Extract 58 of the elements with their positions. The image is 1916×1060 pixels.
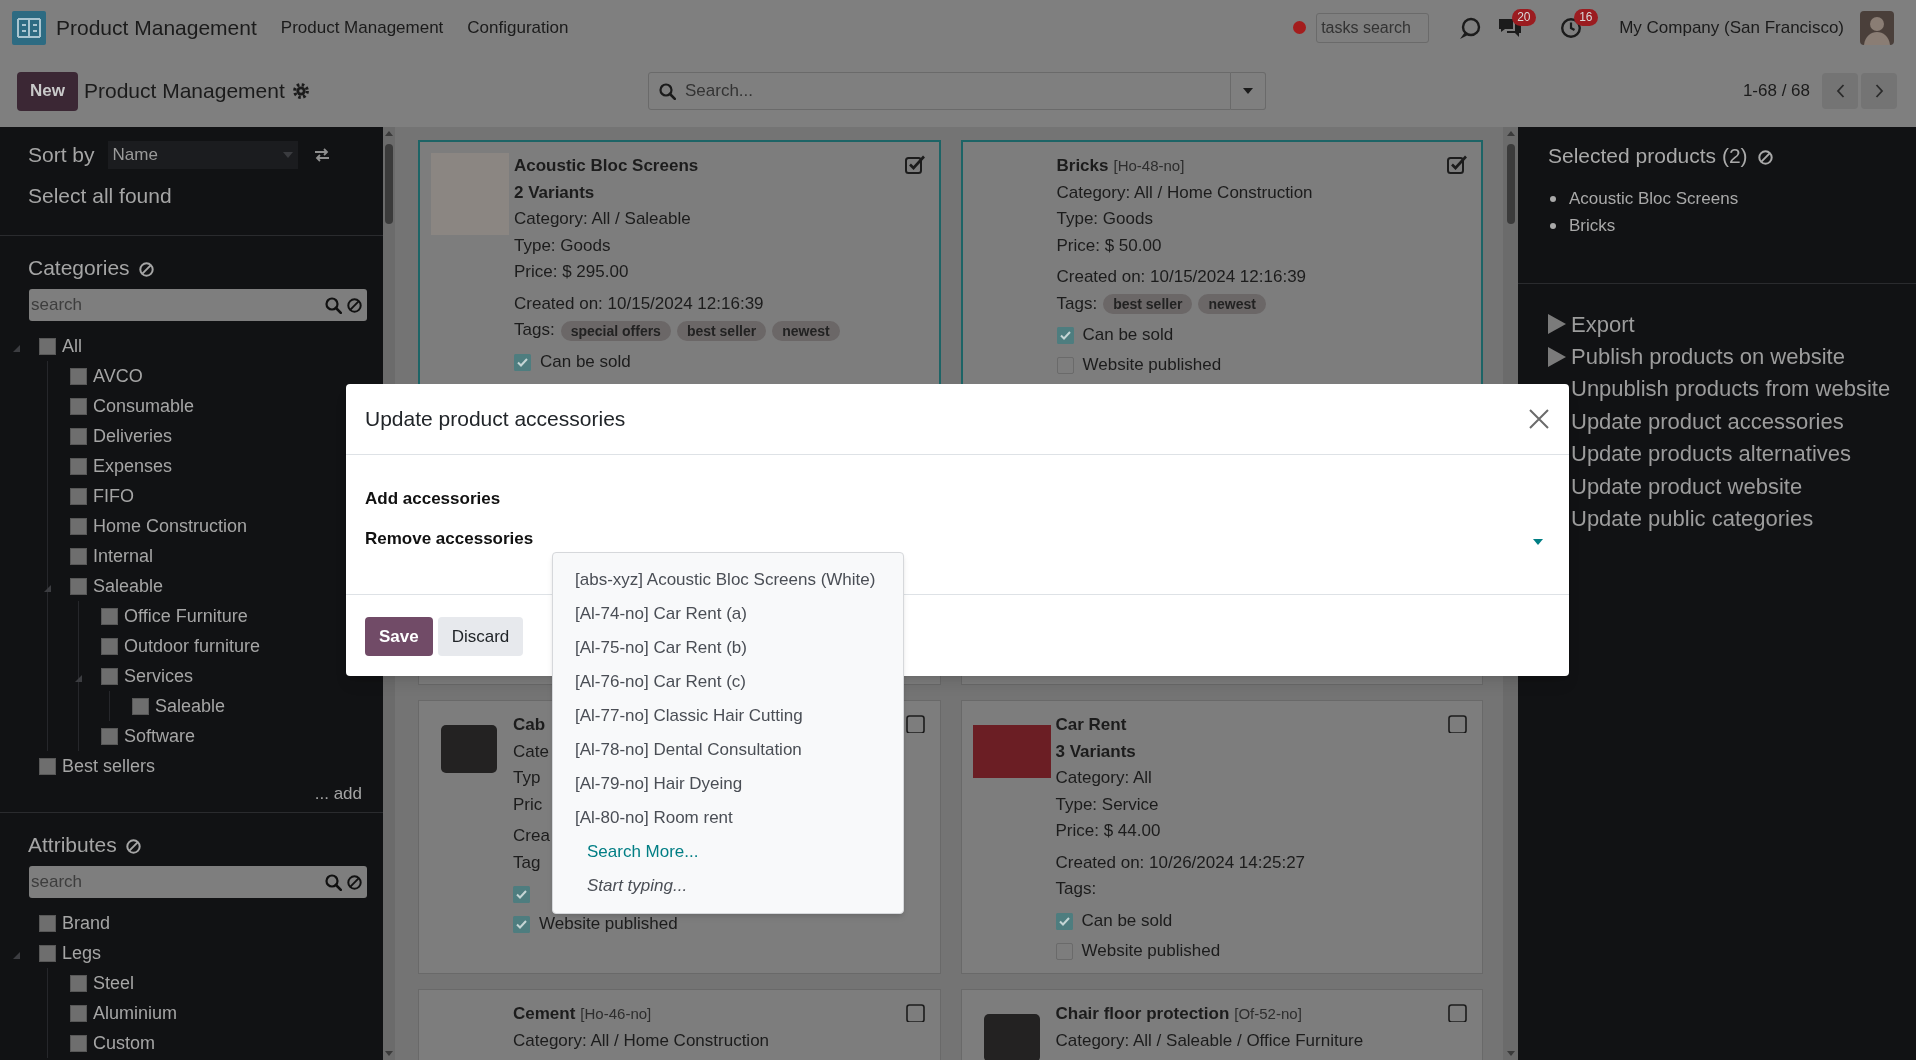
tag: best seller [676,320,767,341]
product-field: Cate [513,738,549,765]
section-heading: Categories [28,255,130,282]
product-field: Category: All / Home Construction [513,1027,770,1054]
product-title: Acoustic Bloc Screens [514,155,699,177]
pager-value: 1-68 / 68 [1742,80,1810,103]
product-field: Category: All / Saleable / Office Furniture [1055,1027,1364,1054]
product-title: Car Rent [1055,714,1127,736]
tags-label: Tags: [1056,292,1098,315]
typing-hint: Start typing... [586,875,689,898]
product-field: Type: Service [1055,791,1159,818]
tags-label: Tags: [1055,878,1097,901]
product-title: Bricks [1056,155,1109,177]
product-code: [Ho-46-no] [580,1004,652,1024]
product-title: Chair floor protection [1055,1003,1230,1025]
checkbox-label: Can be sold [1082,324,1174,347]
tags-label: Tags: [514,319,555,342]
product-field: Category: All / Home Construction [1056,179,1313,206]
checkbox-label: Can be sold [540,350,631,373]
dialog-title: Update product accessories [365,406,626,433]
created-date: Crea [513,825,550,847]
created-date: Created on: 10/26/2024 14:25:27 [1055,851,1306,874]
created-date: Created on: 10/15/2024 12:16:39 [1056,266,1307,288]
checkbox-label: Website published [539,913,678,936]
count-badge: 16 [1574,8,1598,26]
product-title: Cement [513,1003,576,1025]
selected-product: Acoustic Bloc Screens [1569,187,1739,210]
selected-product: Bricks [1569,214,1616,237]
product-field: Price: $ 44.00 [1055,818,1161,845]
tags-label: Tag [513,851,541,874]
tag: newest [772,320,840,341]
count-badge: 20 [1512,8,1536,26]
product-code: [Of-52-no] [1234,1004,1302,1024]
product-field: Category: All [1055,765,1152,792]
section-heading: Attributes [28,832,117,859]
panel-title: Selected products (2) [1548,143,1748,170]
product-field: Pric [513,791,543,818]
checkbox-label: Website published [1082,354,1222,377]
checkbox-label: Website published [1081,939,1221,962]
product-code: [Ho-48-no] [1113,156,1185,176]
tag: special offers [560,320,671,341]
product-title: Cab [513,714,546,736]
checkbox-label: Can be sold [1081,909,1173,932]
variant-count: 3 Variants [1055,740,1136,763]
product-field: Type: Goods [1056,206,1153,233]
product-field: Category: All / Saleable [514,206,691,233]
product-field: Type: Goods [514,232,611,259]
breadcrumb: Product Management [83,78,285,105]
sort-label: Sort by [28,142,95,169]
tag: newest [1198,294,1266,314]
tag: best seller [1103,294,1193,314]
product-field: Typ [513,765,541,792]
created-date: Created on: 10/15/2024 12:16:39 [514,292,764,315]
field-label: Add accessories [365,488,502,511]
field-label: Remove accessories [365,528,535,551]
product-field: Price: $ 50.00 [1056,232,1162,259]
variant-count: 2 Variants [514,181,595,204]
product-field: Price: $ 295.00 [514,259,629,286]
